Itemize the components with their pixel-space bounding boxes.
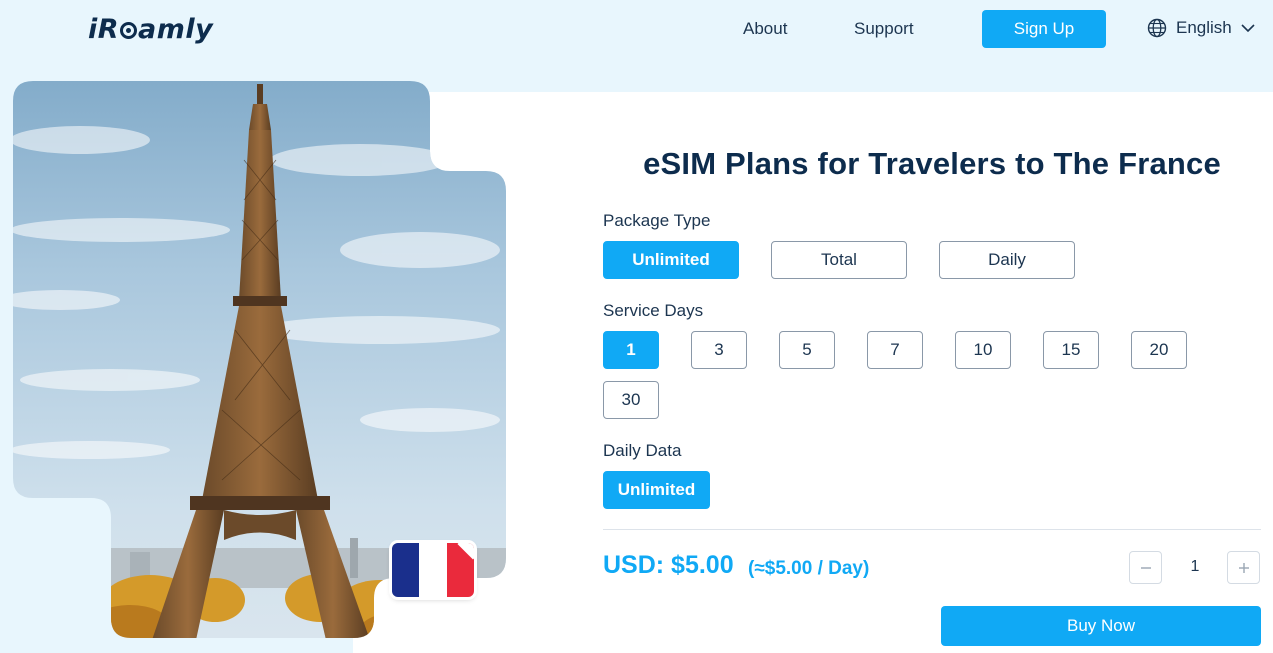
daily-data-label: Daily Data xyxy=(603,441,682,460)
quantity-decrease-button[interactable] xyxy=(1129,551,1162,584)
quantity-increase-button[interactable] xyxy=(1227,551,1260,584)
plus-icon xyxy=(1238,562,1249,573)
service-days-label: Service Days xyxy=(603,301,704,320)
minus-icon xyxy=(1140,566,1151,569)
price-per-day: (≈$5.00 / Day) xyxy=(748,558,870,579)
globe-icon xyxy=(1147,18,1167,38)
buy-now-button[interactable]: Buy Now xyxy=(941,606,1261,646)
sign-up-button[interactable]: Sign Up xyxy=(982,10,1106,48)
package-option-daily[interactable]: Daily xyxy=(939,241,1075,279)
language-label: English xyxy=(1176,18,1232,37)
quantity-value[interactable]: 1 xyxy=(1180,558,1210,576)
package-type-label: Package Type xyxy=(603,211,711,230)
page-title: eSIM Plans for Travelers to The France xyxy=(643,146,1221,181)
package-option-unlimited[interactable]: Unlimited xyxy=(603,241,739,279)
days-option-30[interactable]: 30 xyxy=(603,381,659,419)
days-option-1[interactable]: 1 xyxy=(603,331,659,369)
nav-support-link[interactable]: Support xyxy=(854,19,914,39)
days-option-3[interactable]: 3 xyxy=(691,331,747,369)
language-selector[interactable]: English xyxy=(1147,18,1255,38)
divider xyxy=(603,529,1261,530)
daily-data-option-unlimited[interactable]: Unlimited xyxy=(603,471,710,509)
nav-about-link[interactable]: About xyxy=(743,19,787,39)
days-option-10[interactable]: 10 xyxy=(955,331,1011,369)
days-option-20[interactable]: 20 xyxy=(1131,331,1187,369)
days-option-5[interactable]: 5 xyxy=(779,331,835,369)
package-option-total[interactable]: Total xyxy=(771,241,907,279)
price-total: USD: $5.00 xyxy=(603,551,734,579)
days-option-15[interactable]: 15 xyxy=(1043,331,1099,369)
days-option-7[interactable]: 7 xyxy=(867,331,923,369)
france-flag xyxy=(392,543,474,597)
chevron-down-icon xyxy=(1241,24,1255,33)
